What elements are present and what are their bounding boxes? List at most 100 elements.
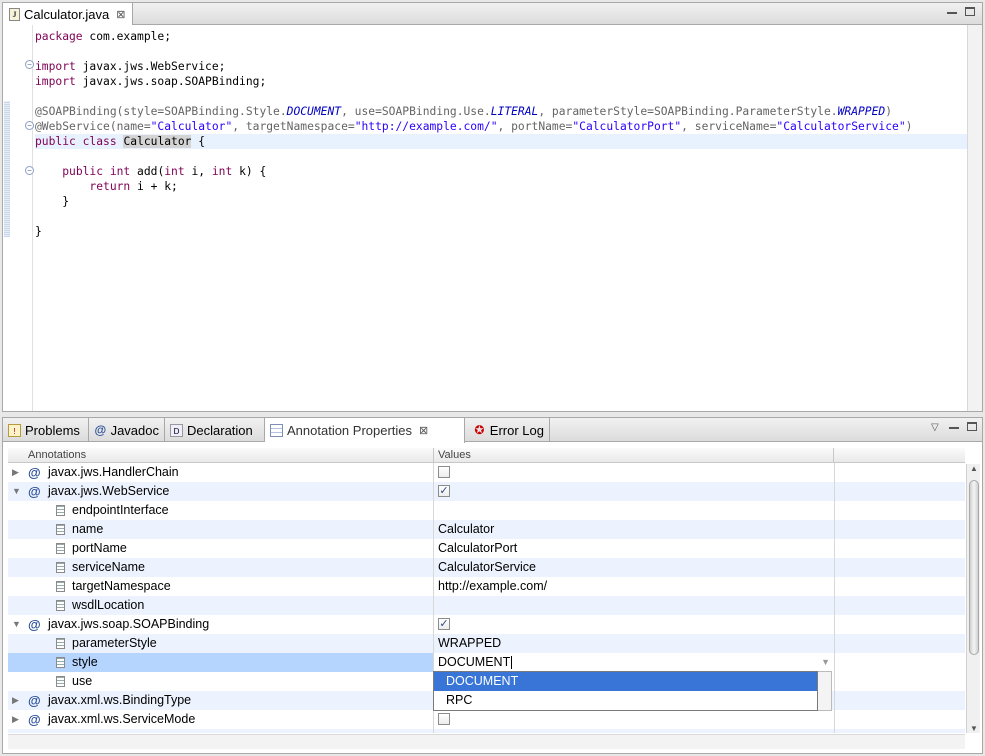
table-row[interactable]: wsdlLocation — [8, 596, 965, 615]
row-label: portName — [72, 541, 127, 555]
table-row[interactable]: serviceName CalculatorService — [8, 558, 965, 577]
table-row[interactable]: parameterStyle WRAPPED — [8, 634, 965, 653]
table-scrollbar[interactable]: ▲ ▼ — [966, 464, 980, 733]
scroll-down-icon[interactable]: ▼ — [967, 724, 981, 733]
scrollbar-thumb[interactable] — [969, 480, 979, 655]
combo-text[interactable]: DOCUMENT — [438, 653, 513, 672]
row-label: javax.jws.soap.SOAPBinding — [48, 617, 210, 631]
code-area[interactable]: − − − package com.example; import javax.… — [3, 25, 967, 411]
code-line: } — [62, 195, 70, 208]
scroll-up-icon[interactable]: ▲ — [967, 464, 981, 473]
value-cell[interactable] — [434, 463, 834, 482]
table-row-selected[interactable]: style DOCUMENT ▼ — [8, 653, 965, 672]
collapse-triangle-icon[interactable]: ▼ — [12, 482, 22, 501]
tab-annotation-properties[interactable]: Annotation Properties ⊠ — [265, 418, 465, 443]
annotation-icon: @ — [28, 617, 41, 632]
value-cell[interactable]: CalculatorService — [434, 558, 834, 577]
value-cell[interactable]: ✓ — [434, 615, 834, 634]
property-icon — [56, 562, 65, 573]
expand-triangle-icon[interactable]: ▶ — [12, 463, 22, 482]
checkbox-checked[interactable]: ✓ — [438, 618, 450, 630]
value-cell[interactable] — [434, 596, 834, 615]
minimize-icon[interactable] — [949, 427, 959, 429]
row-label: javax.xml.ws.BindingType — [48, 693, 192, 707]
dropdown-scrollbar[interactable] — [818, 671, 832, 711]
tab-error-log[interactable]: ✪ Error Log — [465, 418, 550, 442]
maximize-icon[interactable] — [965, 7, 975, 16]
table-icon — [270, 424, 283, 437]
row-label: serviceName — [72, 560, 145, 574]
table-row[interactable]: ▼ @ javax.jws.soap.SOAPBinding ✓ — [8, 615, 965, 634]
fold-collapse-icon[interactable]: − — [25, 166, 34, 175]
horizontal-scrollbar[interactable] — [8, 734, 965, 749]
close-icon[interactable]: ⊠ — [116, 8, 125, 21]
value-cell[interactable]: DOCUMENT ▼ — [434, 653, 834, 672]
table-row[interactable]: targetNamespace http://example.com/ — [8, 577, 965, 596]
folding-ruler — [11, 25, 33, 411]
checkbox[interactable] — [438, 466, 450, 478]
editor-panel: J Calculator.java ⊠ − − − package com.ex… — [2, 2, 983, 412]
dropdown-option-rpc[interactable]: RPC — [434, 691, 817, 710]
name-cell: use — [8, 672, 433, 691]
name-cell: ▼ @ javax.jws.soap.SOAPBinding — [8, 615, 433, 634]
dropdown-option-document[interactable]: DOCUMENT — [434, 672, 817, 691]
column-header-values[interactable]: Values — [434, 448, 834, 463]
row-label: wsdlLocation — [72, 598, 145, 612]
problems-icon: ! — [8, 423, 21, 437]
annotation-icon: @ — [28, 484, 41, 499]
value-cell[interactable]: ✓ — [434, 482, 834, 501]
editor-tabbar: J Calculator.java ⊠ — [3, 3, 982, 26]
code-line: } — [35, 225, 42, 238]
editor-scrollbar[interactable] — [967, 25, 982, 411]
property-icon — [56, 600, 65, 611]
name-cell: targetNamespace — [8, 577, 433, 596]
table-row[interactable]: ▼ @ javax.jws.WebService ✓ — [8, 482, 965, 501]
fold-collapse-icon[interactable]: − — [25, 60, 34, 69]
tab-javadoc[interactable]: @ Javadoc — [89, 418, 165, 442]
table-row[interactable]: name Calculator — [8, 520, 965, 539]
minimize-icon[interactable] — [947, 12, 957, 14]
value-cell[interactable]: CalculatorPort — [434, 539, 834, 558]
table-row[interactable] — [8, 729, 965, 733]
table-row[interactable]: ▶ @ javax.xml.ws.ServiceMode — [8, 710, 965, 729]
column-header-annotations[interactable]: Annotations — [8, 448, 434, 463]
value-cell[interactable]: http://example.com/ — [434, 577, 834, 596]
name-cell: ▼ @ javax.jws.WebService — [8, 482, 433, 501]
checkbox[interactable] — [438, 713, 450, 725]
name-cell: wsdlLocation — [8, 596, 433, 615]
chevron-down-icon[interactable]: ▼ — [821, 653, 830, 672]
value-cell[interactable] — [434, 501, 834, 520]
expand-triangle-icon[interactable]: ▶ — [12, 691, 22, 710]
row-label: style — [72, 655, 98, 669]
value-cell[interactable]: Calculator — [434, 520, 834, 539]
name-cell: endpointInterface — [8, 501, 433, 520]
property-icon — [56, 657, 65, 668]
tab-label: Calculator.java — [24, 7, 110, 22]
fold-collapse-icon[interactable]: − — [25, 121, 34, 130]
annotation-icon: @ — [28, 693, 41, 708]
tab-label: Error Log — [489, 422, 544, 438]
tab-problems[interactable]: ! Problems — [3, 418, 89, 442]
view-menu-icon[interactable]: ▽ — [931, 422, 939, 433]
expand-triangle-icon[interactable]: ▶ — [12, 710, 22, 729]
checkbox-checked[interactable]: ✓ — [438, 485, 450, 497]
column-divider — [834, 463, 835, 733]
error-log-icon: ✪ — [474, 422, 485, 437]
close-icon[interactable]: ⊠ — [419, 424, 428, 437]
value-cell[interactable] — [434, 710, 834, 729]
tab-declaration[interactable]: D Declaration — [165, 418, 265, 442]
tab-calculator-java[interactable]: J Calculator.java ⊠ — [3, 3, 133, 26]
value-cell[interactable]: WRAPPED — [434, 634, 834, 653]
row-label: targetNamespace — [72, 579, 171, 593]
name-cell: ▶ @ javax.xml.ws.BindingType — [8, 691, 433, 710]
style-combo-box[interactable]: DOCUMENT ▼ — [434, 653, 832, 672]
table-row[interactable]: endpointInterface — [8, 501, 965, 520]
table-row[interactable]: portName CalculatorPort — [8, 539, 965, 558]
maximize-icon[interactable] — [967, 422, 977, 431]
style-dropdown-list[interactable]: DOCUMENT RPC — [433, 671, 818, 711]
row-label: javax.jws.WebService — [48, 484, 170, 498]
name-cell: ▶ @ javax.xml.ws.ServiceMode — [8, 710, 433, 729]
collapse-triangle-icon[interactable]: ▼ — [12, 615, 22, 634]
table-row[interactable]: ▶ @ javax.jws.HandlerChain — [8, 463, 965, 482]
declaration-icon: D — [170, 423, 183, 437]
